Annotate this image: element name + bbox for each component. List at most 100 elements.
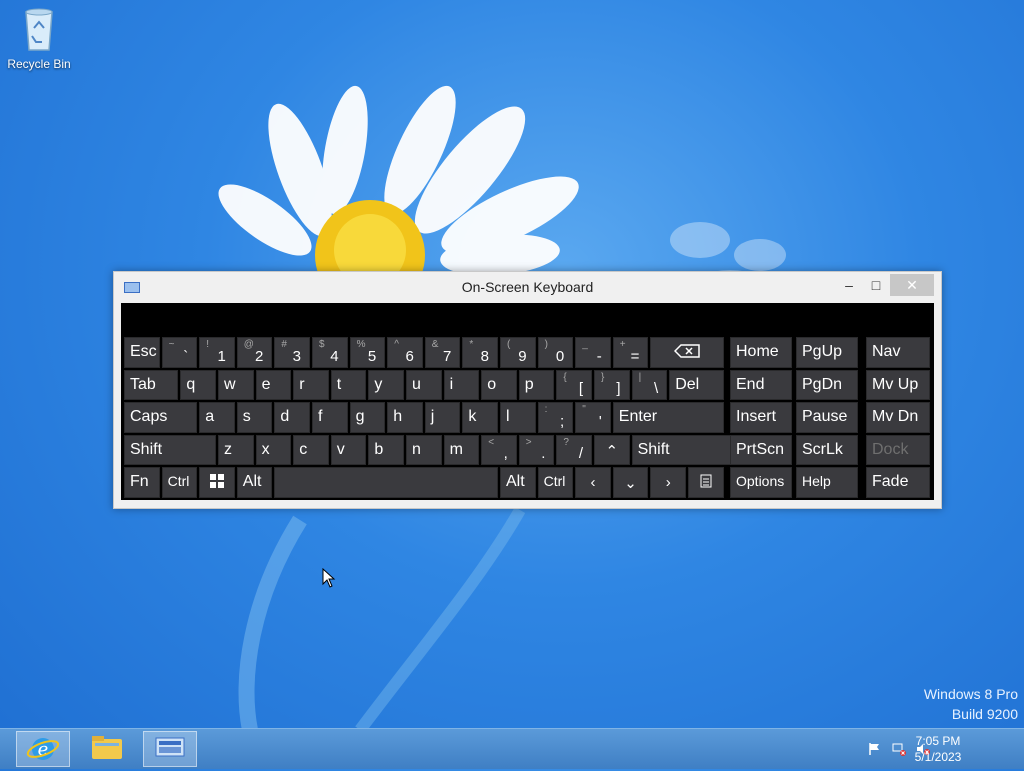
key-backslash[interactable]: | \ <box>631 369 668 400</box>
key-tab[interactable]: Tab <box>124 369 179 400</box>
key-slash[interactable]: ? / <box>556 434 592 465</box>
key-m[interactable]: m <box>443 434 480 465</box>
key-del[interactable]: Del <box>669 369 724 400</box>
key-prtscn[interactable]: PrtScn <box>730 434 792 465</box>
key-rbracket[interactable]: }] <box>594 369 630 400</box>
key-end[interactable]: End <box>730 369 792 400</box>
key-shift-right[interactable]: Shift <box>631 434 743 465</box>
minimize-button[interactable]: – <box>837 274 861 296</box>
key-p[interactable]: p <box>518 369 555 400</box>
key-home[interactable]: Home <box>730 337 792 368</box>
key-g[interactable]: g <box>349 402 386 433</box>
key-lbracket[interactable]: {[ <box>556 369 592 400</box>
key-r[interactable]: r <box>293 369 329 400</box>
close-button[interactable]: ✕ <box>890 274 934 296</box>
key-q[interactable]: q <box>180 369 216 400</box>
key-nav[interactable]: Nav <box>866 337 930 368</box>
taskbar-osk-button[interactable] <box>143 731 197 767</box>
key-z[interactable]: z <box>218 434 254 465</box>
key-1[interactable]: ! 1 <box>199 337 235 368</box>
key-s[interactable]: s <box>236 402 273 433</box>
key-8[interactable]: * 8 <box>462 337 498 368</box>
key-period[interactable]: >. <box>518 434 555 465</box>
key-3[interactable]: #3 <box>274 337 310 368</box>
key-o[interactable]: o <box>481 369 517 400</box>
key-0[interactable]: ) 0 <box>537 337 574 368</box>
key-b[interactable]: b <box>368 434 404 465</box>
key-y[interactable]: y <box>368 369 404 400</box>
key-e[interactable]: e <box>255 369 292 400</box>
desktop-icon-recycle-bin[interactable]: Recycle Bin <box>6 6 72 71</box>
folder-icon <box>92 736 122 759</box>
key-n[interactable]: n <box>406 434 442 465</box>
key-down[interactable]: ⌄ <box>612 467 649 498</box>
key-shift-left[interactable]: Shift <box>124 434 216 465</box>
key-space[interactable] <box>274 467 498 498</box>
recycle-bin-icon <box>25 8 53 51</box>
key-caps[interactable]: Caps <box>124 402 198 433</box>
key-pause[interactable]: Pause <box>796 402 858 433</box>
key-up[interactable]: ⌃ <box>594 434 630 465</box>
key-fade[interactable]: Fade <box>866 467 930 498</box>
key-5[interactable]: % 5 <box>349 337 386 368</box>
key-alt-right[interactable]: Alt <box>500 467 536 498</box>
key-right[interactable]: › <box>650 467 686 498</box>
maximize-button[interactable]: □ <box>864 274 888 296</box>
key-6[interactable]: ^ 6 <box>387 337 423 368</box>
key-7[interactable]: & 7 <box>424 337 461 368</box>
key-2[interactable]: @2 <box>236 337 273 368</box>
key-comma[interactable]: <, <box>481 434 517 465</box>
key-quote[interactable]: " ' <box>575 402 611 433</box>
key-shift-label: > <box>525 436 532 448</box>
key-v[interactable]: v <box>330 434 367 465</box>
key-9[interactable]: (9 <box>500 337 536 368</box>
key-backtick[interactable]: ~ ` <box>161 337 198 368</box>
key-win[interactable] <box>199 467 235 498</box>
key-ctrl-left[interactable]: Ctrl <box>161 467 198 498</box>
key-equals[interactable]: + = <box>612 337 649 368</box>
key-h[interactable]: h <box>387 402 423 433</box>
key-minus[interactable]: _ - <box>575 337 611 368</box>
network-disconnected-icon[interactable] <box>892 742 906 756</box>
key-l[interactable]: l <box>500 402 536 433</box>
key-ctrl-right[interactable]: Ctrl <box>537 467 574 498</box>
key-semicolon[interactable]: :; <box>537 402 574 433</box>
key-insert[interactable]: Insert <box>730 402 792 433</box>
key-t[interactable]: t <box>330 369 367 400</box>
key-f[interactable]: f <box>312 402 348 433</box>
key-u[interactable]: u <box>406 369 442 400</box>
key-w[interactable]: w <box>218 369 254 400</box>
key-backspace[interactable] <box>650 337 724 368</box>
key-label: Esc <box>130 343 157 360</box>
key-4[interactable]: $4 <box>312 337 348 368</box>
key-alt-left[interactable]: Alt <box>236 467 273 498</box>
key-i[interactable]: i <box>443 369 480 400</box>
key-mvdn[interactable]: Mv Dn <box>866 402 930 433</box>
key-label: 6 <box>405 347 414 365</box>
action-center-flag-icon[interactable] <box>868 742 882 756</box>
key-help[interactable]: Help <box>796 467 858 498</box>
key-j[interactable]: j <box>424 402 461 433</box>
key-d[interactable]: d <box>274 402 310 433</box>
key-options[interactable]: Options <box>730 467 792 498</box>
key-scrlk[interactable]: ScrLk <box>796 434 858 465</box>
key-enter[interactable]: Enter <box>612 402 724 433</box>
key-pgdn[interactable]: PgDn <box>796 369 858 400</box>
system-clock[interactable]: 7:05 PM 5/1/2023 <box>908 733 968 765</box>
key-fn[interactable]: Fn <box>124 467 160 498</box>
key-mvup[interactable]: Mv Up <box>866 369 930 400</box>
key-label: - <box>596 347 602 365</box>
key-label: w <box>224 375 236 393</box>
taskbar-explorer-button[interactable] <box>81 731 135 767</box>
key-menu[interactable] <box>688 467 724 498</box>
key-c[interactable]: c <box>293 434 329 465</box>
key-left[interactable]: ‹ <box>575 467 611 498</box>
taskbar-ie-button[interactable]: e <box>16 731 70 767</box>
key-a[interactable]: a <box>199 402 235 433</box>
key-esc[interactable]: Esc <box>124 337 160 368</box>
key-k[interactable]: k <box>462 402 498 433</box>
key-label: PgUp <box>802 343 843 360</box>
key-pgup[interactable]: PgUp <box>796 337 858 368</box>
key-x[interactable]: x <box>255 434 292 465</box>
osk-titlebar[interactable]: On-Screen Keyboard – □ ✕ <box>114 272 941 302</box>
